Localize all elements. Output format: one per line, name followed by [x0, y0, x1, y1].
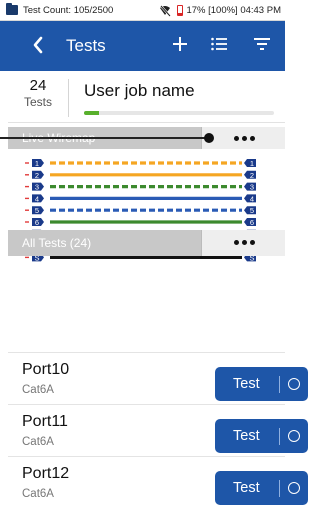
port-name: Port12	[22, 465, 70, 482]
right-pin-label: 4	[250, 194, 254, 203]
test-button[interactable]: Test	[215, 367, 308, 401]
circle-icon	[288, 482, 300, 494]
right-pin-label: 2	[250, 171, 254, 180]
list-icon[interactable]	[210, 35, 228, 53]
test-button-divider	[279, 376, 280, 393]
wiremap-svg: 1122334455667788SS	[25, 159, 256, 262]
cable-type: Cat6A	[22, 436, 54, 448]
job-summary-card[interactable]: 24 Tests User job name	[8, 71, 285, 123]
summary-divider	[68, 79, 69, 117]
test-row[interactable]: Port10 Cat6A Test	[8, 352, 308, 404]
status-bar: Test Count: 105/2500 17% [100%] 04:43 PM	[0, 0, 285, 21]
wire-pair-4: 44	[25, 194, 256, 203]
test-button-divider	[279, 428, 280, 445]
wire-pair-2: 22	[25, 170, 256, 180]
left-pin-label: 6	[35, 218, 39, 227]
more-dots-icon	[234, 136, 258, 141]
left-pin-label: 5	[35, 206, 39, 215]
left-pin-label: 2	[35, 171, 39, 180]
wire-pair-6: 66	[25, 218, 256, 227]
port-name: Port10	[22, 361, 70, 378]
circle-icon	[288, 378, 300, 390]
test-button[interactable]: Test	[215, 419, 308, 453]
battery-icon	[177, 5, 184, 16]
right-pin-label: 6	[250, 218, 254, 227]
all-tests-label: All Tests (24)	[22, 236, 92, 250]
left-pin-label: 3	[35, 183, 39, 192]
port-name: Port11	[22, 413, 68, 430]
job-progress-fill	[84, 111, 100, 115]
wire-pair-1: 11	[25, 159, 256, 168]
test-count-block: 24 Tests	[8, 77, 68, 109]
right-pin-label: 3	[250, 183, 254, 192]
test-count-value: 24	[29, 77, 47, 94]
test-button[interactable]: Test	[215, 471, 308, 505]
job-name: User job name	[84, 81, 195, 100]
wiremap-diagram: 1122334455667788SS	[8, 149, 285, 299]
circle-icon	[288, 430, 300, 442]
callout-dot	[204, 133, 214, 143]
right-pin-label: 5	[250, 206, 254, 215]
app-bar: Tests	[0, 21, 285, 71]
test-row[interactable]: Port12 Cat6A Test	[8, 456, 308, 508]
cable-type: Cat6A	[22, 384, 54, 396]
wire-pair-3: 33	[25, 182, 256, 192]
callout-line	[0, 137, 210, 139]
plus-icon[interactable]	[171, 35, 189, 53]
test-row[interactable]: Port11 Cat6A Test	[8, 404, 308, 456]
all-tests-more-button[interactable]	[201, 230, 285, 256]
page-title: Tests	[66, 36, 106, 55]
right-pin-label: 1	[250, 159, 254, 168]
filter-icon[interactable]	[253, 35, 271, 53]
wifi-off-icon	[160, 4, 172, 17]
test-button-label: Test	[233, 428, 260, 444]
job-progress-bar	[84, 111, 274, 115]
wire-pair-5: 55	[25, 206, 256, 215]
test-button-label: Test	[233, 480, 260, 496]
all-tests-header: All Tests (24)	[8, 230, 285, 256]
more-dots-icon	[234, 240, 258, 245]
test-count-status: Test Count: 105/2500	[23, 4, 114, 16]
left-pin-label: 1	[35, 159, 39, 168]
chevron-left-icon[interactable]	[32, 36, 44, 54]
left-pin-label: 4	[35, 194, 39, 203]
test-count-label: Tests	[23, 95, 52, 109]
test-button-divider	[279, 480, 280, 497]
folder-icon	[6, 3, 18, 15]
test-button-label: Test	[233, 376, 260, 392]
cable-type: Cat6A	[22, 488, 54, 500]
battery-time-status: 17% [100%] 04:43 PM	[186, 5, 281, 16]
